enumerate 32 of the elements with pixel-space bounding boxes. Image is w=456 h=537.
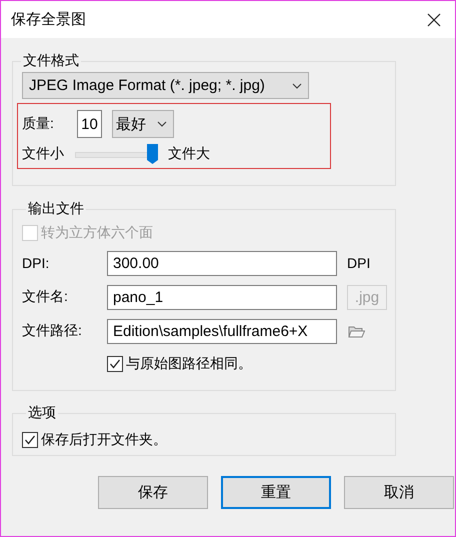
file-path-field[interactable]: Edition\samples\fullframe6+X [107,318,337,344]
dialog-button[interactable]: 取消 [344,476,454,509]
quality-field[interactable]: 10 [77,110,102,138]
window-title: 保存全景图 [11,10,86,29]
format-dropdown[interactable]: JPEG Image Format (*. jpeg; *. jpg) [22,72,309,99]
checkbox-label: 转为立方体六个面 [41,224,153,242]
close-icon[interactable] [427,12,441,26]
field-label: 文件名: [22,288,69,306]
dpi-field[interactable]: 300.00 [107,250,337,276]
slider-thumb[interactable] [147,144,158,164]
group-title: 文件格式 [22,52,80,70]
checkbox[interactable] [22,432,38,448]
dialog-button[interactable]: 保存 [98,476,208,509]
checkbox-label: 保存后打开文件夹。 [41,431,167,449]
group-title: 输出文件 [27,200,85,218]
checkbox[interactable] [107,356,123,372]
quality-label: 质量: [22,115,55,133]
checkbox-label: 与原始图路径相同。 [126,355,252,373]
file-name-field[interactable]: pano_1 [107,284,337,310]
unit-label: DPI [347,255,370,271]
slider-min-label: 文件小 [22,145,65,163]
slider-max-label: 文件大 [168,145,210,163]
caret-icon [292,82,302,88]
field-label: 文件路径: [22,322,83,340]
slider-track[interactable] [75,144,158,164]
group-title: 选项 [27,404,57,422]
folder-icon[interactable] [348,324,365,338]
caret-icon [157,121,167,127]
dialog-button[interactable]: 重置 [221,476,331,509]
extension-field: .jpg [347,284,387,310]
field-label: DPI: [22,255,50,271]
quality-dropdown[interactable]: 最好 [112,110,174,138]
